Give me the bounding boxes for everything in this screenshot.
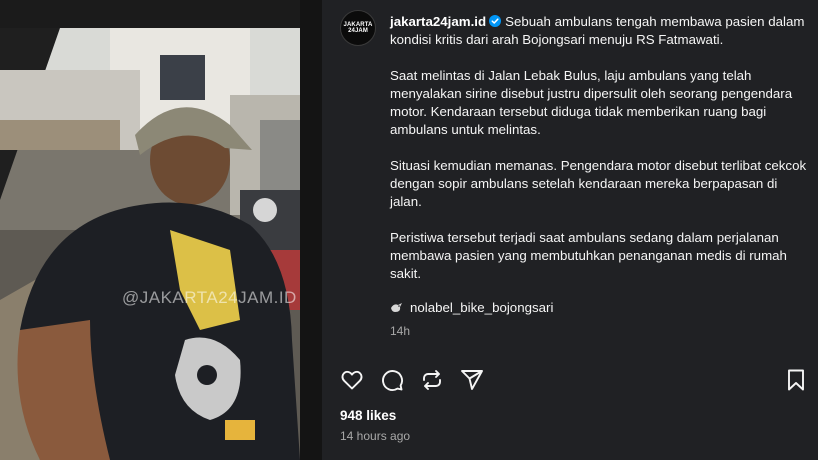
bookmark-icon[interactable]: [784, 368, 808, 392]
post-time-long: 14 hours ago: [340, 429, 411, 443]
likes-count[interactable]: 948 likes: [340, 408, 396, 423]
account-avatar[interactable]: JAKARTA 24JAM: [340, 10, 376, 46]
username-link[interactable]: jakarta24jam.id: [390, 14, 486, 29]
photo-watermark: @JAKARTA24JAM.ID: [122, 288, 297, 307]
post-photo[interactable]: @JAKARTA24JAM.ID: [0, 0, 322, 460]
avatar-logo-text: JAKARTA 24JAM: [343, 22, 373, 34]
repost-icon[interactable]: [420, 368, 444, 392]
verified-badge-icon: [489, 15, 502, 27]
tagged-account[interactable]: nolabel_bike_bojongsari: [390, 299, 808, 317]
caption-paragraph-3: Situasi kemudian memanas. Pengendara mot…: [390, 158, 807, 209]
bird-tag-icon: [391, 303, 402, 312]
post-time-short: 14h: [390, 324, 411, 338]
heart-icon[interactable]: [340, 368, 364, 392]
post-panel: JAKARTA 24JAM jakarta24jam.id Sebuah amb…: [322, 0, 818, 460]
caption-paragraph-2: Saat melintas di Jalan Lebak Bulus, laju…: [390, 68, 793, 137]
caption-text: jakarta24jam.id Sebuah ambulans tengah m…: [390, 13, 808, 340]
photo-illustration: [0, 0, 322, 460]
caption-paragraph-4: Peristiwa tersebut terjadi saat ambulans…: [390, 230, 787, 281]
tagged-account-name[interactable]: nolabel_bike_bojongsari: [410, 299, 553, 317]
action-bar: [340, 368, 808, 392]
send-icon[interactable]: [460, 368, 484, 392]
comment-icon[interactable]: [380, 368, 404, 392]
